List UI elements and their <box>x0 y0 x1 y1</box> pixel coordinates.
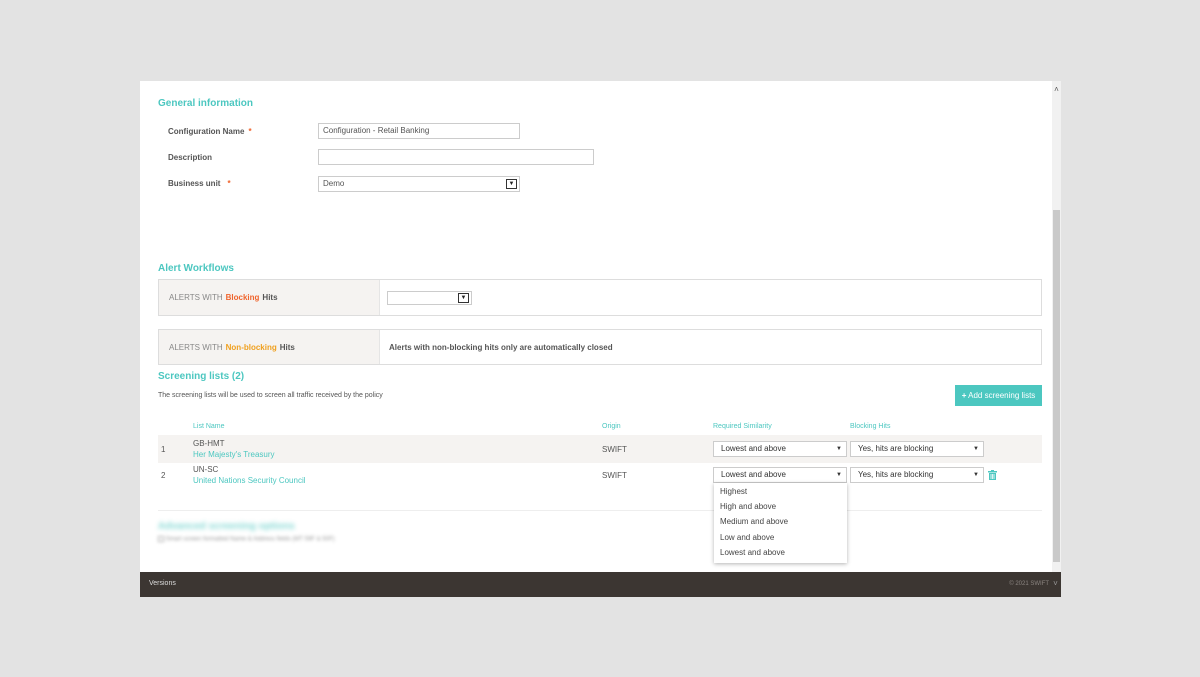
list-origin: SWIFT <box>602 445 627 454</box>
business-unit-label: Business unit * <box>168 179 231 188</box>
caret-down-icon: ▼ <box>973 472 979 478</box>
chevron-down-icon[interactable]: ˅ <box>1051 579 1060 588</box>
screening-lists-description: The screening lists will be used to scre… <box>158 392 383 399</box>
blocking-hits-select[interactable]: Yes, hits are blocking ▼ <box>850 467 984 483</box>
policy-configuration-window: General information Configuration Name * … <box>140 81 1061 597</box>
blocking-alerts-row: ALERTS WITH Blocking Hits ▼ <box>158 279 1042 316</box>
caret-down-icon: ▼ <box>836 472 842 478</box>
add-screening-lists-button[interactable]: + Add screening lists <box>955 385 1042 406</box>
required-mark: * <box>227 179 231 188</box>
caret-down-icon: ▼ <box>973 446 979 452</box>
footer: Versions © 2021 SWIFT ˅ <box>140 572 1061 597</box>
versions-link[interactable]: Versions <box>149 580 176 587</box>
chevron-down-icon: ▼ <box>506 179 517 189</box>
main-content: General information Configuration Name * … <box>140 81 1052 572</box>
description-input[interactable] <box>318 149 594 165</box>
list-code: GB-HMT <box>193 439 225 448</box>
row-index: 2 <box>161 471 166 480</box>
list-origin: SWIFT <box>602 471 627 480</box>
nonblocking-info-text: Alerts with non-blocking hits only are a… <box>389 343 613 352</box>
checkbox[interactable] <box>158 536 164 542</box>
row-index: 1 <box>161 445 166 454</box>
alert-workflows-title: Alert Workflows <box>158 263 234 274</box>
blocking-hits-select[interactable]: Yes, hits are blocking ▼ <box>850 441 984 457</box>
configuration-name-label: Configuration Name * <box>168 127 252 136</box>
dropdown-option[interactable]: Low and above <box>720 533 774 542</box>
configuration-name-input[interactable]: Configuration - Retail Banking <box>318 123 520 139</box>
copyright-text: © 2021 SWIFT <box>1009 581 1049 587</box>
chevron-down-icon: ▼ <box>458 293 469 303</box>
dropdown-option[interactable]: Medium and above <box>720 517 788 526</box>
vertical-scrollbar[interactable]: ˄ <box>1052 81 1061 572</box>
nonblocking-alerts-label: ALERTS WITH Non-blocking Hits <box>159 330 380 364</box>
caret-down-icon: ▼ <box>836 446 842 452</box>
required-mark: * <box>248 127 252 136</box>
nonblocking-alerts-row: ALERTS WITH Non-blocking Hits Alerts wit… <box>158 329 1042 365</box>
blocking-workflow-select[interactable]: ▼ <box>387 291 472 305</box>
column-header-origin: Origin <box>602 423 621 430</box>
chevron-up-icon[interactable]: ˄ <box>1052 85 1061 95</box>
column-header-blocking: Blocking Hits <box>850 423 891 430</box>
description-label: Description <box>168 153 213 162</box>
screening-lists-title: Screening lists (2) <box>158 371 245 382</box>
advanced-screening-options-title: Advanced screening options <box>158 521 295 532</box>
plus-icon: + <box>961 391 967 400</box>
similarity-dropdown-menu: Highest High and above Medium and above … <box>714 483 847 563</box>
column-header-list-name: List Name <box>193 423 225 430</box>
list-code: UN-SC <box>193 465 219 474</box>
general-information-title: General information <box>158 98 254 109</box>
dropdown-option[interactable]: Lowest and above <box>720 548 785 557</box>
trash-icon[interactable] <box>988 470 997 480</box>
dropdown-option[interactable]: High and above <box>720 502 776 511</box>
list-name-link[interactable]: United Nations Security Council <box>193 476 306 485</box>
blocking-alerts-label: ALERTS WITH Blocking Hits <box>159 280 380 315</box>
similarity-select[interactable]: Lowest and above ▼ <box>713 467 847 483</box>
smart-screen-option[interactable]: Smart screen formatted Name & Address fi… <box>158 536 335 543</box>
section-divider <box>158 510 1042 511</box>
column-header-similarity: Required Similarity <box>713 423 772 430</box>
list-name-link[interactable]: Her Majesty's Treasury <box>193 450 275 459</box>
dropdown-option[interactable]: Highest <box>720 487 747 496</box>
business-unit-select[interactable]: Demo ▼ <box>318 176 520 192</box>
scrollbar-thumb[interactable] <box>1053 210 1060 562</box>
similarity-select[interactable]: Lowest and above ▼ <box>713 441 847 457</box>
